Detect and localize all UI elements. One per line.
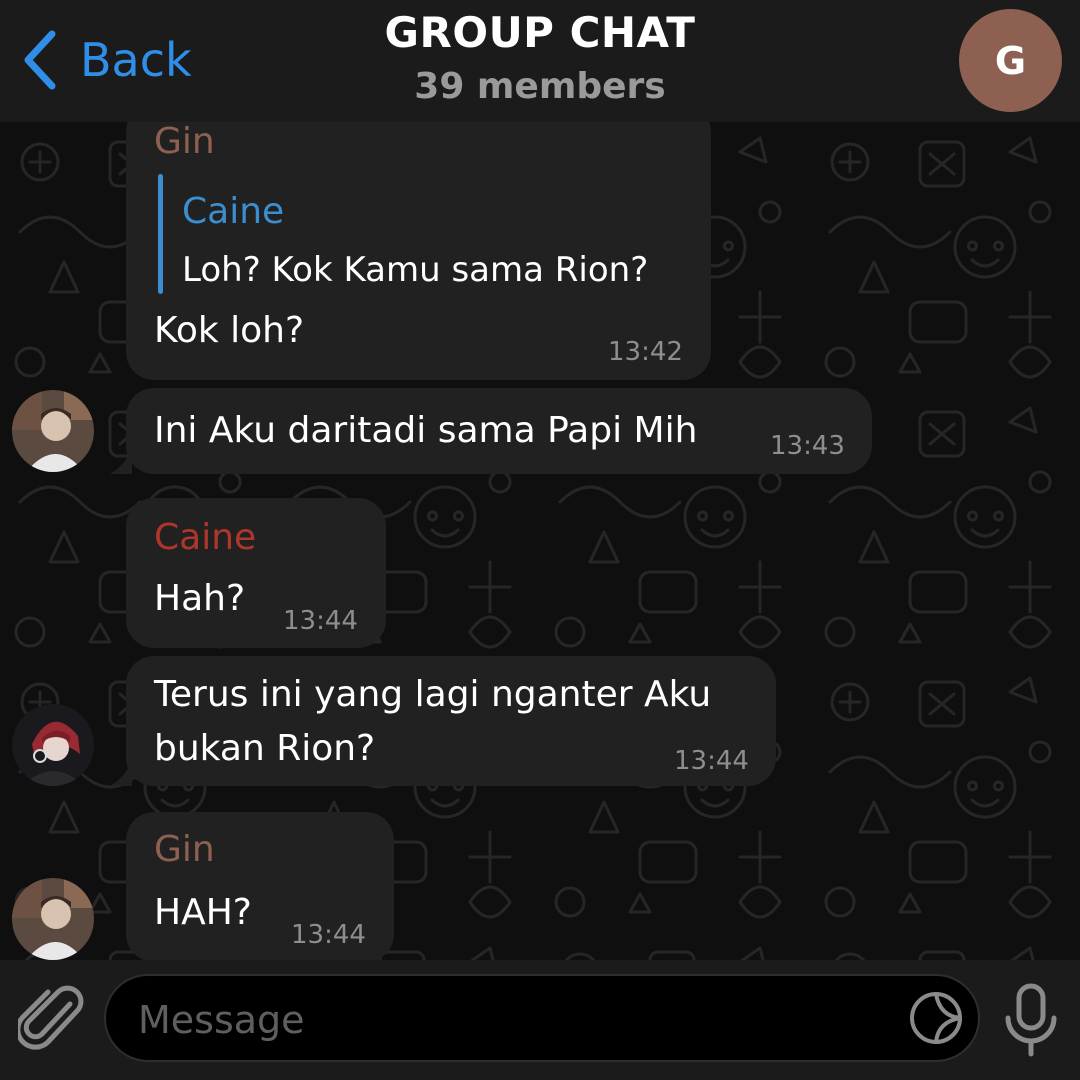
sender-name: Gin bbox=[154, 829, 215, 870]
bubble-tail bbox=[110, 450, 132, 474]
message-text: Ini Aku daritadi sama Papi Mih bbox=[154, 410, 698, 451]
message-bubble[interactable]: Gin HAH? 13:44 bbox=[126, 812, 394, 962]
message-text-line: bukan Rion? bbox=[154, 728, 376, 769]
sender-name: Caine bbox=[154, 517, 257, 558]
avatar-photo bbox=[12, 390, 94, 472]
group-avatar[interactable]: G bbox=[959, 9, 1062, 112]
message-time: 13:44 bbox=[291, 920, 366, 950]
member-count: 39 members bbox=[414, 66, 666, 107]
message-bubble[interactable]: Caine Hah? 13:44 bbox=[126, 498, 386, 648]
avatar[interactable] bbox=[12, 704, 94, 786]
chat-header: Back GROUP CHAT 39 members G bbox=[0, 0, 1080, 122]
message-bubble[interactable]: Terus ini yang lagi nganter Aku bukan Ri… bbox=[126, 656, 776, 786]
group-avatar-letter: G bbox=[994, 38, 1027, 83]
sticker-icon[interactable] bbox=[906, 988, 966, 1048]
message-input[interactable] bbox=[136, 990, 880, 1050]
back-label: Back bbox=[80, 33, 192, 87]
message-text: HAH? bbox=[154, 892, 252, 933]
message-composer bbox=[0, 960, 1080, 1080]
avatar-photo bbox=[12, 704, 94, 786]
chat-screen: Back GROUP CHAT 39 members G Gin Caine L… bbox=[0, 0, 1080, 1080]
message-time: 13:42 bbox=[608, 337, 683, 367]
microphone-icon[interactable] bbox=[1000, 982, 1062, 1058]
avatar-photo bbox=[12, 878, 94, 960]
bubble-tail bbox=[110, 762, 132, 786]
chat-title: GROUP CHAT bbox=[384, 8, 696, 57]
reply-text: Loh? Kok Kamu sama Rion? bbox=[182, 250, 649, 290]
message-field bbox=[104, 974, 980, 1062]
message-bubble[interactable]: Ini Aku daritadi sama Papi Mih 13:43 bbox=[126, 388, 872, 474]
reply-quote-bar bbox=[158, 174, 163, 294]
message-time: 13:44 bbox=[674, 746, 749, 776]
message-text: Hah? bbox=[154, 578, 246, 619]
message-text: Kok loh? bbox=[154, 310, 305, 351]
paperclip-icon[interactable] bbox=[18, 984, 88, 1056]
chat-title-area[interactable]: GROUP CHAT 39 members bbox=[290, 8, 790, 116]
reply-sender-name: Caine bbox=[182, 191, 285, 232]
chevron-left-icon bbox=[24, 30, 56, 90]
avatar[interactable] bbox=[12, 878, 94, 960]
message-text-line: Terus ini yang lagi nganter Aku bbox=[154, 674, 712, 715]
sender-name: Gin bbox=[154, 121, 215, 162]
avatar[interactable] bbox=[12, 390, 94, 472]
message-time: 13:43 bbox=[770, 431, 845, 461]
message-time: 13:44 bbox=[283, 606, 358, 636]
message-bubble[interactable]: Gin Caine Loh? Kok Kamu sama Rion? Kok l… bbox=[126, 104, 711, 380]
back-button[interactable]: Back bbox=[18, 28, 192, 92]
